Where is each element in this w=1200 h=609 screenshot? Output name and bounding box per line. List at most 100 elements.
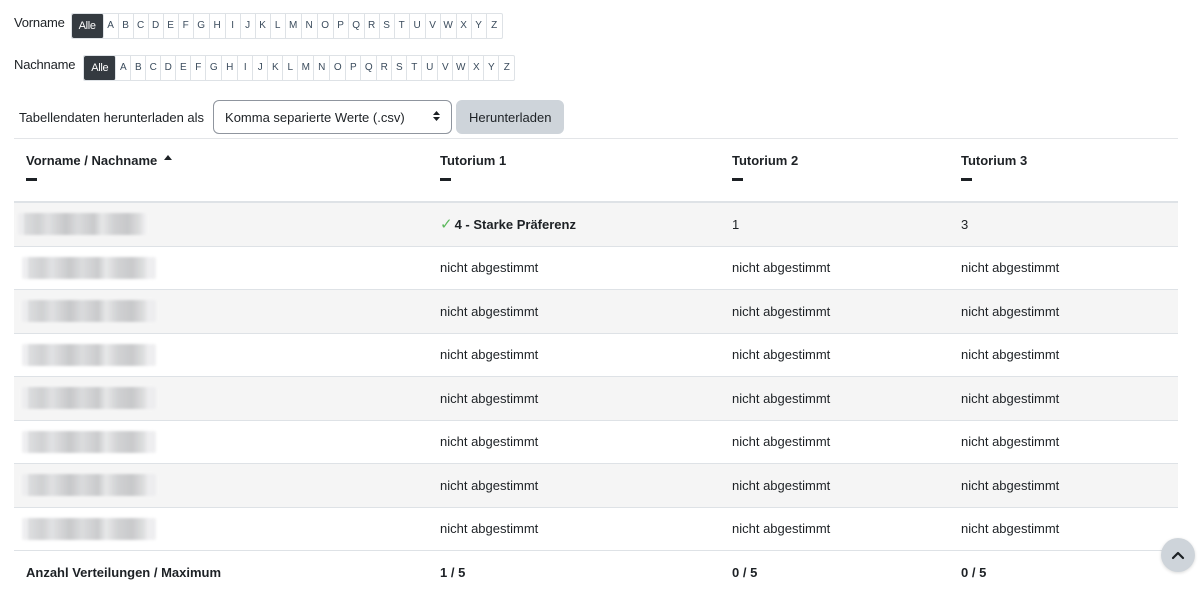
lastname-letter[interactable]: U (422, 56, 439, 80)
table-header-row: Vorname / Nachname Tutorium 1 Tutorium 2… (14, 138, 1178, 202)
blurred-user-name (22, 517, 156, 540)
table-cell: nicht abgestimmt (961, 521, 1060, 537)
lastname-letter[interactable]: S (392, 56, 408, 80)
lastname-letter[interactable]: N (314, 56, 331, 80)
table-cell: nicht abgestimmt (732, 477, 831, 493)
header-name-label[interactable]: Vorname / Nachname (26, 153, 157, 168)
sort-ascending-icon[interactable] (164, 155, 173, 160)
lastname-letter[interactable]: D (161, 56, 177, 80)
lastname-letter[interactable]: J (253, 56, 269, 80)
footer-label: Anzahl Verteilungen / Maximum (26, 564, 222, 580)
lastname-letter[interactable]: K (268, 56, 284, 80)
lastname-letter[interactable]: O (330, 56, 347, 80)
firstname-letter[interactable]: F (179, 14, 194, 38)
lastname-letter[interactable]: F (191, 56, 207, 80)
firstname-letter[interactable]: O (318, 14, 334, 38)
blurred-user-name (22, 256, 156, 279)
firstname-letter[interactable]: Z (487, 14, 502, 38)
lastname-letter[interactable]: L (283, 56, 299, 80)
lastname-letter[interactable]: Q (361, 56, 378, 80)
firstname-letter[interactable]: D (149, 14, 164, 38)
blurred-user-name (22, 343, 156, 366)
table-cell: nicht abgestimmt (732, 434, 831, 450)
lastname-letter[interactable]: I (238, 56, 254, 80)
lastname-letter[interactable]: H (222, 56, 239, 80)
firstname-letter[interactable]: X (457, 14, 472, 38)
collapse-column-icon[interactable] (961, 178, 972, 181)
firstname-letter[interactable]: N (302, 14, 318, 38)
table-row: nicht abgestimmt nicht abgestimmt nicht … (14, 419, 1178, 464)
firstname-letter[interactable]: C (134, 14, 149, 38)
table-footer-row: Anzahl Verteilungen / Maximum 1 / 5 0 / … (14, 550, 1178, 593)
blurred-user-name (18, 213, 146, 236)
blurred-user-name (22, 430, 156, 453)
firstname-letter[interactable]: V (426, 14, 441, 38)
table-row: nicht abgestimmt nicht abgestimmt nicht … (14, 376, 1178, 420)
header-tutorium-2-label[interactable]: Tutorium 2 (732, 153, 798, 168)
lastname-letter[interactable]: B (131, 56, 147, 80)
firstname-initials-label: Vorname (14, 14, 65, 30)
table-row: ✓ 4 - Starke Präferenz 1 3 (14, 202, 1178, 246)
lastname-letter-all[interactable]: Alle (84, 56, 117, 80)
header-tutorium-3-label[interactable]: Tutorium 3 (961, 153, 1027, 168)
lastname-letter[interactable]: V (438, 56, 454, 80)
lastname-letter[interactable]: M (298, 56, 315, 80)
blurred-user-name (22, 387, 156, 410)
table-cell: nicht abgestimmt (440, 390, 539, 406)
select-arrows-icon (433, 111, 441, 123)
table-cell: 3 (961, 216, 969, 232)
lastname-initials-label: Nachname (14, 56, 76, 72)
download-format-select[interactable]: Komma separierte Werte (.csv) (213, 100, 453, 134)
lastname-letter[interactable]: Y (484, 56, 500, 80)
header-tutorium-2: Tutorium 2 (732, 153, 961, 181)
votes-table: Vorname / Nachname Tutorium 1 Tutorium 2… (14, 138, 1178, 593)
firstname-letter[interactable]: M (286, 14, 302, 38)
header-tutorium-1-label[interactable]: Tutorium 1 (440, 153, 506, 168)
firstname-letter[interactable]: J (241, 14, 256, 38)
footer-count: 0 / 5 (961, 564, 987, 580)
lastname-initials-bar: Nachname Alle A B C D E F G H I J K L M … (14, 55, 516, 81)
download-button[interactable]: Herunterladen (456, 100, 565, 134)
collapse-column-icon[interactable] (732, 178, 743, 181)
firstname-letter[interactable]: E (164, 14, 179, 38)
table-cell: nicht abgestimmt (732, 347, 831, 363)
collapse-column-icon[interactable] (440, 178, 451, 181)
firstname-letter[interactable]: G (194, 14, 210, 38)
collapse-column-icon[interactable] (26, 178, 37, 181)
firstname-letter[interactable]: P (334, 14, 349, 38)
lastname-letter[interactable]: G (206, 56, 223, 80)
lastname-letter[interactable]: X (469, 56, 485, 80)
lastname-letter[interactable]: E (176, 56, 192, 80)
table-cell: nicht abgestimmt (961, 390, 1060, 406)
firstname-letter[interactable]: K (256, 14, 271, 38)
table-cell: nicht abgestimmt (961, 260, 1060, 276)
firstname-letter[interactable]: W (441, 14, 457, 38)
firstname-letter-all[interactable]: Alle (71, 14, 104, 38)
firstname-letter[interactable]: T (395, 14, 410, 38)
table-cell: nicht abgestimmt (961, 347, 1060, 363)
table-cell: nicht abgestimmt (732, 390, 831, 406)
lastname-letter[interactable]: T (407, 56, 423, 80)
firstname-letter[interactable]: R (365, 14, 380, 38)
back-to-top-button[interactable] (1161, 538, 1195, 572)
table-cell: nicht abgestimmt (961, 434, 1060, 450)
lastname-letter[interactable]: Z (499, 56, 514, 80)
table-cell: nicht abgestimmt (732, 260, 831, 276)
header-tutorium-3: Tutorium 3 (961, 153, 1178, 181)
firstname-letter[interactable]: H (210, 14, 226, 38)
lastname-letter[interactable]: R (377, 56, 393, 80)
firstname-letter[interactable]: L (271, 14, 286, 38)
lastname-letter[interactable]: C (146, 56, 162, 80)
firstname-letter[interactable]: B (119, 14, 134, 38)
firstname-letter[interactable]: U (410, 14, 426, 38)
lastname-letter[interactable]: A (116, 56, 132, 80)
table-cell: 1 (732, 216, 740, 232)
firstname-letter[interactable]: S (380, 14, 395, 38)
lastname-letter[interactable]: W (453, 56, 470, 80)
firstname-letter[interactable]: Q (349, 14, 365, 38)
lastname-letter[interactable]: P (346, 56, 362, 80)
firstname-letter[interactable]: Y (472, 14, 487, 38)
firstname-letter[interactable]: A (104, 14, 119, 38)
table-cell: nicht abgestimmt (732, 521, 831, 537)
firstname-letter[interactable]: I (226, 14, 241, 38)
